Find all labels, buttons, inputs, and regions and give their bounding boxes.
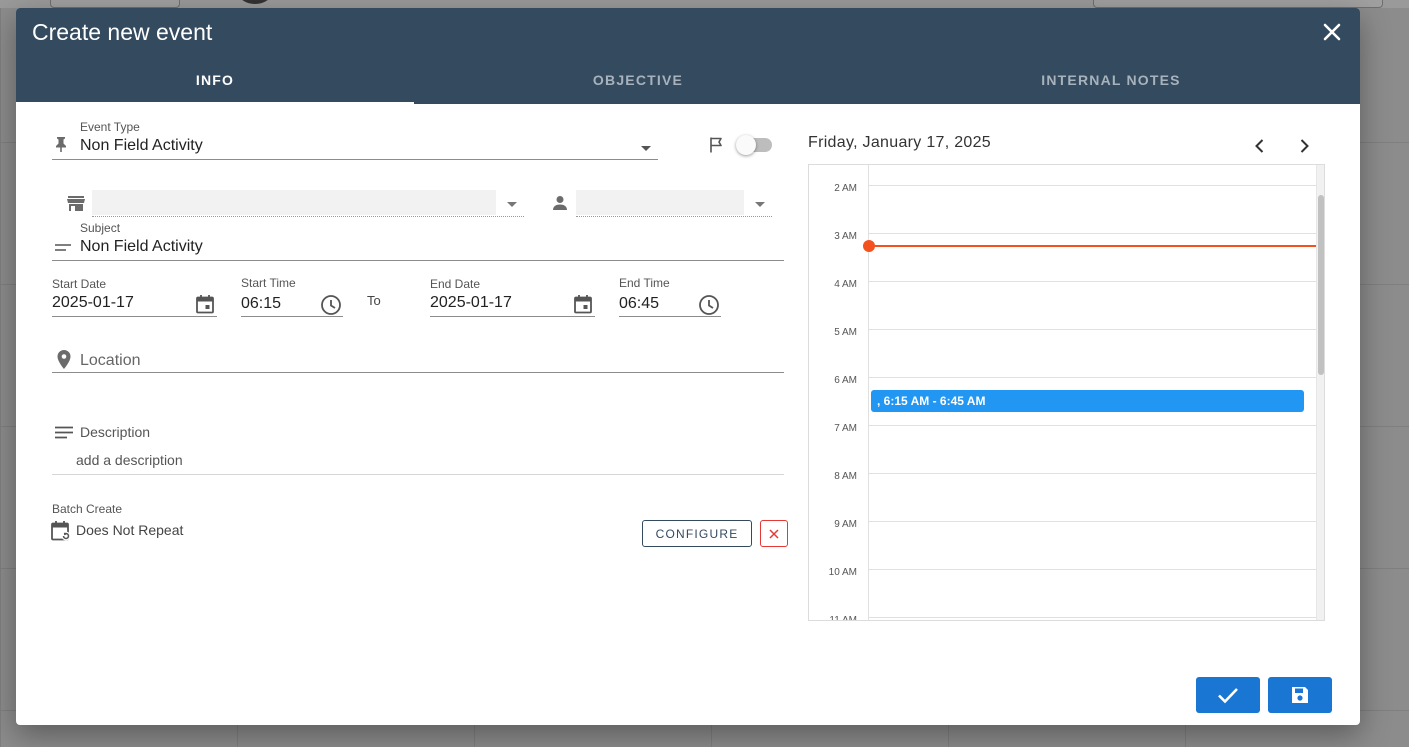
subject-label: Subject (80, 221, 121, 235)
close-icon[interactable] (1320, 20, 1344, 44)
store-select-field (92, 190, 496, 215)
calendar-icon[interactable] (195, 294, 215, 314)
chevron-down-icon (755, 202, 765, 207)
hour-line (869, 617, 1316, 618)
end-date-value: 2025-01-17 (430, 294, 512, 311)
confirm-button[interactable] (1196, 677, 1260, 713)
hour-label: 5 AM (834, 327, 857, 338)
flag-toggle[interactable] (736, 135, 772, 155)
description-input[interactable]: add a description (52, 448, 784, 475)
hour-label: 2 AM (834, 183, 857, 194)
store-select[interactable] (92, 190, 524, 217)
to-label: To (367, 293, 381, 308)
chevron-down-icon (641, 146, 651, 151)
repeat-value: Does Not Repeat (76, 522, 184, 538)
end-time-value: 06:45 (619, 295, 660, 312)
end-date-label: End Date (430, 277, 481, 291)
store-icon (67, 196, 85, 211)
clear-repeat-button[interactable] (760, 520, 788, 547)
person-select-field (576, 190, 744, 215)
dialog-header: Create new event INFO OBJECTIVE INTERNAL… (16, 8, 1360, 105)
subject-value: Non Field Activity (80, 238, 203, 255)
scroll-thumb[interactable] (1318, 195, 1324, 375)
hour-line (869, 377, 1316, 378)
description-label: Description (80, 424, 151, 440)
tab-info[interactable]: INFO (16, 56, 414, 105)
save-button[interactable] (1268, 677, 1332, 713)
create-event-dialog: Create new event INFO OBJECTIVE INTERNAL… (16, 8, 1360, 725)
end-date-input[interactable]: 2025-01-17 (430, 293, 595, 317)
hour-label: 3 AM (834, 231, 857, 242)
end-time-label: End Time (619, 276, 670, 290)
person-select[interactable] (576, 190, 772, 217)
dialog-title: Create new event (32, 19, 213, 45)
hour-line (869, 473, 1316, 474)
hour-label: 7 AM (834, 423, 857, 434)
flag-icon (710, 137, 722, 153)
chevron-right-icon[interactable] (1293, 135, 1315, 157)
hour-line (869, 569, 1316, 570)
configure-button[interactable]: CONFIGURE (642, 520, 752, 547)
tab-objective[interactable]: OBJECTIVE (414, 56, 862, 104)
start-time-input[interactable]: 06:15 (241, 293, 343, 317)
calendar-scrollbar[interactable] (1316, 165, 1324, 620)
person-icon (553, 196, 567, 210)
hour-label: 4 AM (834, 279, 857, 290)
time-column: 2 AM 3 AM 4 AM 5 AM 6 AM 7 AM 8 AM 9 AM 10 AM 11 … (809, 165, 869, 620)
hour-label: 11 AM (829, 615, 857, 621)
end-time-input[interactable]: 06:45 (619, 293, 721, 317)
hour-line (869, 329, 1316, 330)
calendar-repeat-icon (51, 521, 71, 541)
current-time-dot (863, 240, 875, 252)
calendar-event[interactable]: , 6:15 AM - 6:45 AM (871, 390, 1304, 412)
hour-line (869, 521, 1316, 522)
calendar-date-title: Friday, January 17, 2025 (808, 134, 992, 151)
background-control (50, 0, 180, 8)
chevron-left-icon[interactable] (1249, 135, 1271, 157)
check-icon (1218, 688, 1238, 704)
notes-icon (55, 426, 73, 439)
close-icon (769, 528, 779, 539)
event-type-select[interactable]: Non Field Activity (52, 137, 658, 160)
calendar-icon[interactable] (573, 294, 593, 314)
batch-create-label: Batch Create (52, 502, 123, 516)
start-date-label: Start Date (52, 277, 107, 291)
hour-label: 10 AM (828, 567, 857, 578)
hour-line (869, 281, 1316, 282)
start-time-label: Start Time (241, 276, 296, 290)
tab-bar: INFO OBJECTIVE INTERNAL NOTES (16, 56, 1360, 105)
start-date-input[interactable]: 2025-01-17 (52, 293, 217, 317)
clock-icon[interactable] (320, 294, 342, 316)
hour-line (869, 425, 1316, 426)
hour-label: 6 AM (834, 375, 857, 386)
clock-icon[interactable] (698, 294, 720, 316)
day-calendar[interactable]: 2 AM 3 AM 4 AM 5 AM 6 AM 7 AM 8 AM 9 AM 10 AM 11 … (808, 164, 1325, 621)
tab-internal-notes[interactable]: INTERNAL NOTES (862, 56, 1360, 104)
start-date-value: 2025-01-17 (52, 294, 134, 311)
hour-line (869, 233, 1316, 234)
hour-line (869, 185, 1316, 186)
subject-input[interactable]: Non Field Activity (52, 238, 784, 261)
background-search (1093, 0, 1383, 8)
current-time-line (869, 245, 1316, 247)
hour-label: 9 AM (834, 519, 857, 530)
location-input[interactable]: Location (52, 348, 784, 373)
description-placeholder: add a description (76, 452, 183, 468)
chevron-down-icon (507, 202, 517, 207)
start-time-value: 06:15 (241, 295, 282, 312)
save-icon (1292, 687, 1308, 703)
toggle-knob (736, 135, 756, 155)
event-type-label: Event Type (80, 120, 140, 134)
event-type-value: Non Field Activity (80, 137, 203, 154)
hour-label: 8 AM (834, 471, 857, 482)
location-placeholder: Location (80, 352, 141, 369)
